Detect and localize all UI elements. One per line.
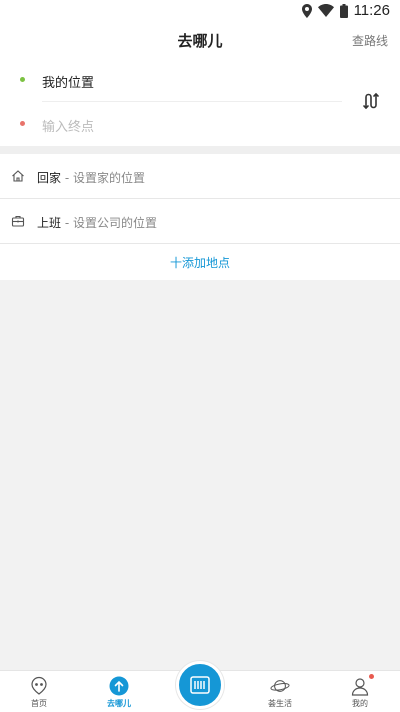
place-work-row[interactable]: 上班 - 设置公司的位置 — [0, 199, 400, 244]
tab-home[interactable]: 首页 — [9, 671, 69, 712]
tab-life-label: 荟生活 — [268, 699, 292, 708]
battery-icon — [339, 3, 348, 18]
page-title: 去哪儿 — [177, 32, 223, 50]
status-time: 11:26 — [353, 2, 390, 19]
header: 去哪儿 查路线 — [0, 22, 400, 58]
status-bar: 11:26 — [0, 0, 400, 22]
swap-route-button[interactable] — [360, 90, 382, 112]
saved-places-list: 回家 - 设置家的位置 上班 - 设置公司的位置 十添加地点 — [0, 154, 400, 280]
tab-me-label: 我的 — [352, 699, 368, 708]
destination-placeholder: 输入终点 — [42, 120, 95, 135]
route-lookup-button[interactable]: 查路线 — [352, 32, 388, 49]
place-work-hint: 设置公司的位置 — [73, 216, 158, 230]
home-icon — [12, 170, 24, 182]
place-home-hint: 设置家的位置 — [73, 171, 146, 185]
go-arrow-icon — [109, 676, 129, 696]
section-gap — [0, 146, 400, 154]
place-home-name: 回家 — [37, 171, 62, 185]
scan-icon — [190, 676, 210, 694]
notification-badge — [369, 674, 374, 679]
tab-life[interactable]: 荟生活 — [250, 671, 310, 712]
planet-icon — [270, 680, 290, 692]
add-place-button[interactable]: 十添加地点 — [0, 244, 400, 280]
place-home-label: 回家 - 设置家的位置 — [37, 171, 146, 185]
place-work-label: 上班 - 设置公司的位置 — [37, 216, 158, 230]
briefcase-icon — [11, 215, 25, 227]
home-face-icon — [31, 676, 47, 695]
end-dot-icon — [20, 121, 25, 126]
route-divider — [42, 101, 342, 102]
route-panel: 我的位置 输入终点 — [0, 58, 400, 146]
start-location-label: 我的位置 — [42, 76, 95, 91]
tab-go[interactable]: 去哪儿 — [89, 671, 149, 712]
place-home-row[interactable]: 回家 - 设置家的位置 — [0, 154, 400, 199]
destination-input[interactable]: 输入终点 — [0, 104, 340, 144]
swap-icon — [363, 92, 379, 110]
tab-go-label: 去哪儿 — [107, 699, 131, 708]
tab-home-label: 首页 — [31, 699, 47, 708]
wifi-icon — [317, 4, 334, 17]
add-place-label: 十添加地点 — [169, 256, 230, 270]
scan-button[interactable] — [176, 661, 224, 709]
start-dot-icon — [20, 77, 25, 82]
start-location-field[interactable]: 我的位置 — [0, 60, 340, 100]
place-work-name: 上班 — [37, 216, 62, 230]
user-icon — [351, 678, 369, 696]
location-icon — [301, 3, 312, 18]
tab-me[interactable]: 我的 — [330, 671, 390, 712]
